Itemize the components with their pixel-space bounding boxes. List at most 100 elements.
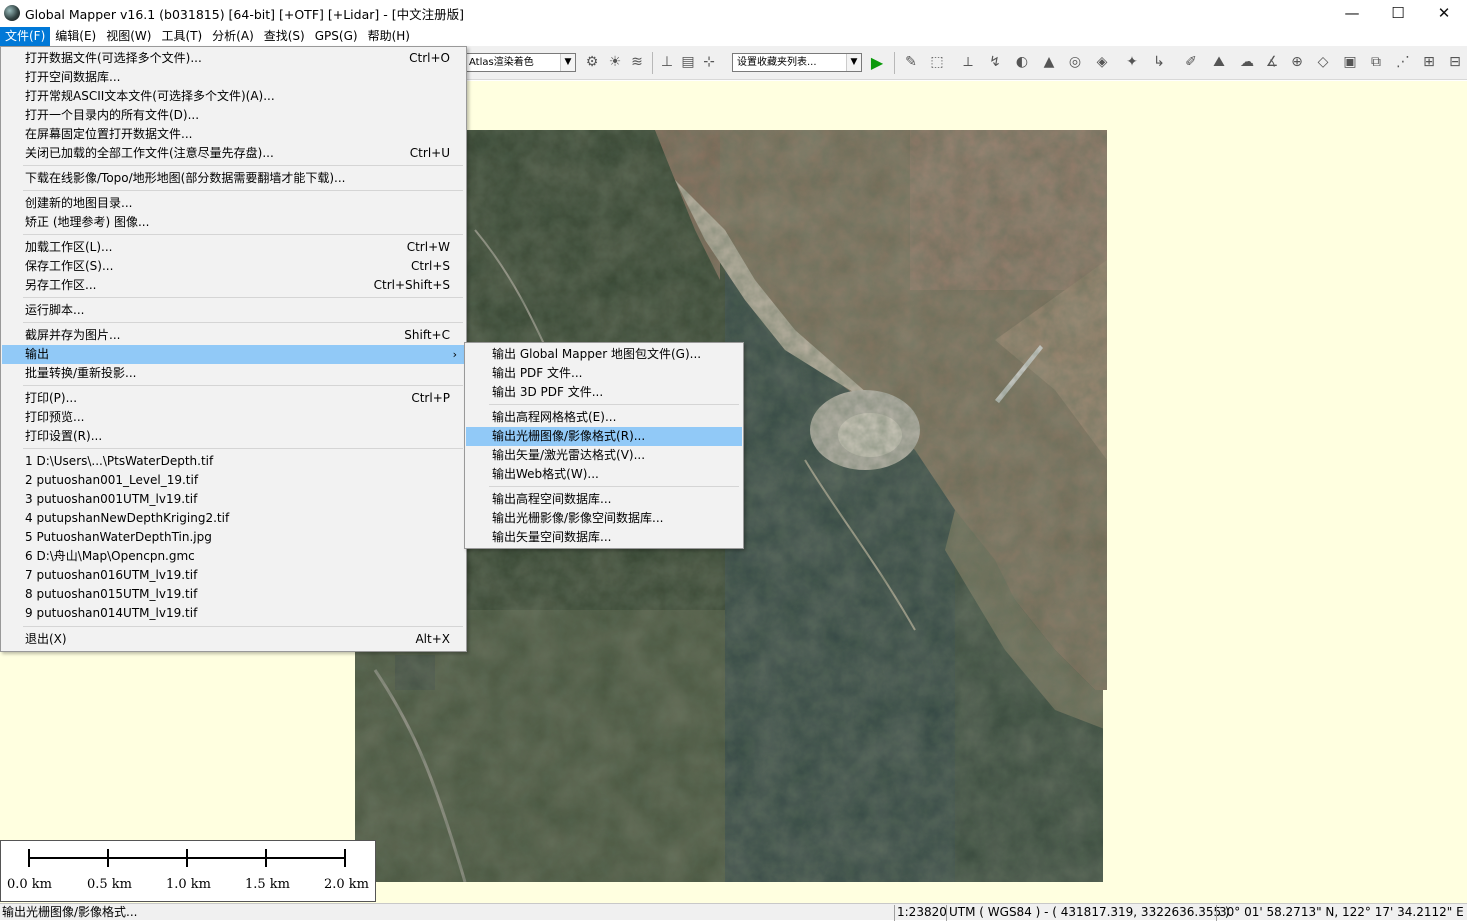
menu-item-recent-file[interactable]: 9 putuoshan014UTM_lv19.tif bbox=[2, 604, 465, 623]
slope-icon[interactable]: ∡ bbox=[1261, 51, 1283, 73]
minimize-button[interactable]: — bbox=[1329, 0, 1375, 26]
shape-tool-icon[interactable]: ◇ bbox=[1312, 51, 1334, 73]
submenu-item-export-raster-db[interactable]: 输出光栅影像/影像空间数据库... bbox=[466, 509, 742, 528]
shader-settings-icon[interactable]: ⚙ bbox=[581, 51, 603, 73]
menu-item-run-script[interactable]: 运行脚本... bbox=[2, 301, 465, 320]
submenu-item-export-vector-db[interactable]: 输出矢量空间数据库... bbox=[466, 528, 742, 547]
menu-search[interactable]: 查找(S) bbox=[259, 27, 310, 46]
submenu-item-export-elevation-grid[interactable]: 输出高程网格格式(E)... bbox=[466, 408, 742, 427]
menu-analysis[interactable]: 分析(A) bbox=[207, 27, 259, 46]
menu-item-print-preview[interactable]: 打印预览... bbox=[2, 408, 465, 427]
play-icon[interactable]: ▶ bbox=[866, 51, 888, 73]
menu-bar: 文件(F) 编辑(E) 视图(W) 工具(T) 分析(A) 查找(S) GPS(… bbox=[0, 27, 1467, 46]
menu-item-exit[interactable]: 退出(X) Alt+X bbox=[2, 630, 465, 649]
status-bar: 输出光栅图像/影像格式... 1:23820 UTM ( WGS84 ) - (… bbox=[0, 903, 1467, 921]
shader-combo[interactable]: Atlas渲染着色 ▼ bbox=[464, 53, 576, 72]
menu-file[interactable]: 文件(F) bbox=[0, 27, 51, 46]
menu-item-label: 6 D:\舟山\Map\Opencpn.gmc bbox=[25, 549, 195, 563]
menu-item-create-map-catalog[interactable]: 创建新的地图目录... bbox=[2, 194, 465, 213]
layers-icon[interactable]: ▤ bbox=[677, 51, 699, 73]
submenu-item-export-vector-lidar[interactable]: 输出矢量/激光雷达格式(V)... bbox=[466, 446, 742, 465]
volume-icon[interactable]: ☁ bbox=[1236, 51, 1258, 73]
menu-item-recent-file[interactable]: 5 PutuoshanWaterDepthTin.jpg bbox=[2, 528, 465, 547]
submenu-item-label: 输出 3D PDF 文件... bbox=[492, 385, 604, 399]
menu-gps[interactable]: GPS(G) bbox=[310, 27, 363, 46]
menu-item-download-online[interactable]: 下载在线影像/Topo/地形地图(部分数据需要翻墙才能下载)... bbox=[2, 169, 465, 188]
menu-item-batch-convert[interactable]: 批量转换/重新投影... bbox=[2, 364, 465, 383]
menu-item-recent-file[interactable]: 7 putuoshan016UTM_lv19.tif bbox=[2, 566, 465, 585]
menu-item-open-ascii[interactable]: 打开常规ASCII文本文件(可选择多个文件)(A)... bbox=[2, 87, 465, 106]
scale-label: 0.0 km bbox=[7, 877, 53, 892]
feature-edit-icon[interactable]: ✐ bbox=[1180, 51, 1202, 73]
menu-item-recent-file[interactable]: 1 D:\Users\...\PtsWaterDepth.tif bbox=[2, 452, 465, 471]
menu-item-close-all[interactable]: 关闭已加载的全部工作文件(注意尽量先存盘)... Ctrl+U bbox=[2, 144, 465, 163]
menu-item-recent-file[interactable]: 8 putuoshan015UTM_lv19.tif bbox=[2, 585, 465, 604]
close-button[interactable]: ✕ bbox=[1421, 0, 1467, 26]
menu-item-open-fixed-position[interactable]: 在屏幕固定位置打开数据文件... bbox=[2, 125, 465, 144]
menu-item-screenshot[interactable]: 截屏并存为图片... Shift+C bbox=[2, 326, 465, 345]
contour-icon[interactable]: ◎ bbox=[1064, 51, 1086, 73]
measure-icon[interactable]: ⟂ bbox=[957, 51, 979, 73]
watershed-icon[interactable]: ◈ bbox=[1091, 51, 1113, 73]
menu-item-label: 5 PutuoshanWaterDepthTin.jpg bbox=[25, 530, 212, 544]
menu-item-label: 创建新的地图目录... bbox=[25, 196, 133, 210]
menu-item-print[interactable]: 打印(P)... Ctrl+P bbox=[2, 389, 465, 408]
grid-icon[interactable]: ⊹ bbox=[698, 51, 720, 73]
scale-label: 0.5 km bbox=[87, 877, 133, 892]
menu-item-open-directory[interactable]: 打开一个目录内的所有文件(D)... bbox=[2, 106, 465, 125]
menu-item-label: 输出 bbox=[25, 347, 50, 361]
terrain-icon[interactable]: ⛰ bbox=[1208, 51, 1230, 73]
title-bar: Global Mapper v16.1 (b031815) [64-bit] [… bbox=[0, 0, 1467, 26]
menu-item-save-workspace-as[interactable]: 另存工作区... Ctrl+Shift+S bbox=[2, 276, 465, 295]
menu-edit[interactable]: 编辑(E) bbox=[50, 27, 101, 46]
menu-tools[interactable]: 工具(T) bbox=[156, 27, 207, 46]
menu-item-rectify-image[interactable]: 矫正 (地理参考) 图像... bbox=[2, 213, 465, 232]
chevron-down-icon: ▼ bbox=[846, 54, 861, 71]
menu-divider bbox=[23, 297, 463, 298]
menu-item-export[interactable]: 输出 › bbox=[2, 345, 465, 364]
export-submenu: 输出 Global Mapper 地图包文件(G)... 输出 PDF 文件..… bbox=[464, 342, 744, 549]
digitize-icon[interactable]: ✎ bbox=[900, 51, 922, 73]
menu-item-shortcut: Ctrl+U bbox=[409, 146, 450, 160]
submenu-item-export-3d-pdf[interactable]: 输出 3D PDF 文件... bbox=[466, 383, 742, 402]
path-profile-icon[interactable]: ↯ bbox=[984, 51, 1006, 73]
bookmark-combo[interactable]: 设置收藏夹列表... ▼ bbox=[732, 53, 862, 72]
chevron-down-icon: ▼ bbox=[560, 54, 575, 71]
menu-item-recent-file[interactable]: 3 putuoshan001UTM_lv19.tif bbox=[2, 490, 465, 509]
status-scale: 1:23820 bbox=[894, 905, 949, 921]
upload-icon[interactable]: ⊥ bbox=[656, 51, 678, 73]
menu-item-label: 3 putuoshan001UTM_lv19.tif bbox=[25, 492, 198, 506]
lighting-icon[interactable]: ☀ bbox=[604, 51, 626, 73]
submenu-item-export-web[interactable]: 输出Web格式(W)... bbox=[466, 465, 742, 484]
maximize-button[interactable]: ☐ bbox=[1375, 0, 1421, 26]
submenu-item-export-pdf[interactable]: 输出 PDF 文件... bbox=[466, 364, 742, 383]
submenu-item-export-elevation-db[interactable]: 输出高程空间数据库... bbox=[466, 490, 742, 509]
submenu-item-export-gm-package[interactable]: 输出 Global Mapper 地图包文件(G)... bbox=[466, 345, 742, 364]
menu-item-load-workspace[interactable]: 加载工作区(L)... Ctrl+W bbox=[2, 238, 465, 257]
more-tools-icon[interactable]: ⊟ bbox=[1444, 51, 1466, 73]
scale-bar: 0.0 km 0.5 km 1.0 km 1.5 km 2.0 km bbox=[0, 840, 376, 902]
line-tool-icon[interactable]: ↳ bbox=[1148, 51, 1170, 73]
view-shed-icon[interactable]: ◐ bbox=[1011, 51, 1033, 73]
filter-tool-icon[interactable]: ⧉ bbox=[1365, 51, 1387, 73]
menu-item-open-spatial-db[interactable]: 打开空间数据库... bbox=[2, 68, 465, 87]
menu-item-recent-file[interactable]: 2 putuoshan001_Level_19.tif bbox=[2, 471, 465, 490]
menu-item-recent-file[interactable]: 6 D:\舟山\Map\Opencpn.gmc bbox=[2, 547, 465, 566]
menu-item-recent-file[interactable]: 4 putupshanNewDepthKriging2.tif bbox=[2, 509, 465, 528]
toolbar-divider bbox=[652, 52, 653, 74]
globe-tool-icon[interactable]: ⊕ bbox=[1286, 51, 1308, 73]
compare-tool-icon[interactable]: ⊞ bbox=[1418, 51, 1440, 73]
menu-item-save-workspace[interactable]: 保存工作区(S)... Ctrl+S bbox=[2, 257, 465, 276]
point-tool-icon[interactable]: ✦ bbox=[1121, 51, 1143, 73]
water-level-icon[interactable]: ≋ bbox=[626, 51, 648, 73]
image-tool-icon[interactable]: ▣ bbox=[1339, 51, 1361, 73]
menu-view[interactable]: 视图(W) bbox=[101, 27, 156, 46]
toolbar-divider bbox=[894, 52, 895, 74]
3d-view-icon[interactable]: ▲ bbox=[1038, 51, 1060, 73]
menu-help[interactable]: 帮助(H) bbox=[363, 27, 415, 46]
profile-tool-icon[interactable]: ⋰ bbox=[1392, 51, 1414, 73]
area-select-icon[interactable]: ⬚ bbox=[926, 51, 948, 73]
menu-item-open-data-file[interactable]: 打开数据文件(可选择多个文件)... Ctrl+O bbox=[2, 49, 465, 68]
menu-item-print-setup[interactable]: 打印设置(R)... bbox=[2, 427, 465, 446]
submenu-item-export-raster-image[interactable]: 输出光栅图像/影像格式(R)... bbox=[466, 427, 742, 446]
